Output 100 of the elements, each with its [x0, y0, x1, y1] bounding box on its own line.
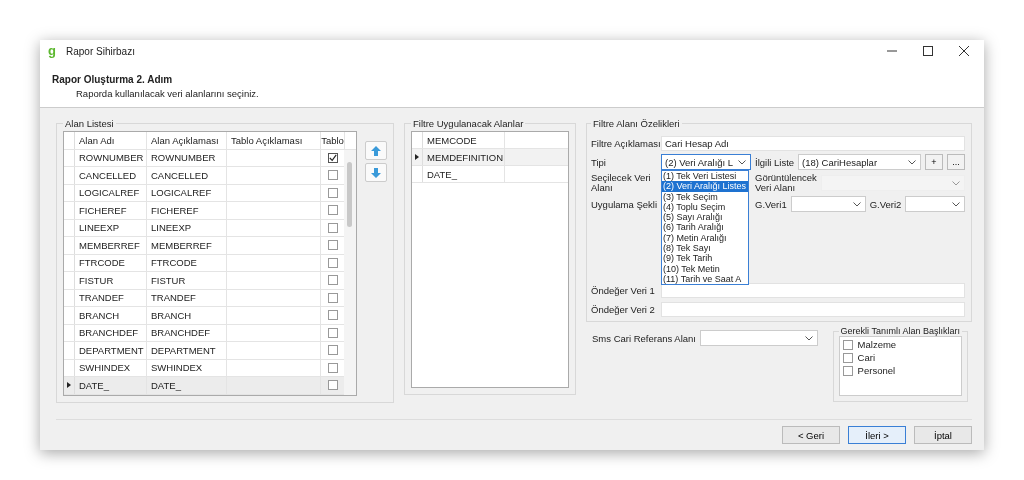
- table-row[interactable]: LOGICALREF LOGICALREF: [64, 184, 344, 202]
- chevron-down-icon: [952, 181, 960, 186]
- dropdown-option[interactable]: (7) Metin Aralığı: [662, 232, 749, 244]
- checkbox[interactable]: [327, 327, 338, 338]
- checkbox-label: Cari: [857, 352, 876, 363]
- table-row[interactable]: MEMBERREF MEMBERREF: [64, 237, 344, 255]
- table-row[interactable]: BRANCH BRANCH: [64, 307, 344, 325]
- small-button[interactable]: +: [925, 154, 943, 170]
- table-row[interactable]: ROWNUMBER ROWNUMBER: [64, 149, 344, 167]
- dropdown-option[interactable]: (4) Toplu Seçim: [662, 201, 749, 213]
- table-cell: DATE_: [423, 166, 505, 182]
- checkbox[interactable]: [327, 275, 338, 286]
- table-cell: ROWNUMBER: [75, 149, 147, 166]
- field-label: Uygulama Şekli: [591, 198, 657, 210]
- dropdown-option[interactable]: (2) Veri Aralığı Listes: [662, 181, 749, 192]
- checkbox[interactable]: [327, 362, 338, 373]
- current-row-icon: [67, 382, 71, 389]
- field-label: Görüntülencek Veri Alanı: [755, 173, 817, 193]
- table-row[interactable]: DATE_: [412, 166, 568, 183]
- input-field[interactable]: [661, 301, 965, 317]
- dropdown-option[interactable]: (11) Tarih ve Saat A: [662, 273, 749, 285]
- checkbox[interactable]: [327, 187, 338, 198]
- app-logo-icon: g: [48, 45, 58, 57]
- column-header[interactable]: Tablo Açıklaması: [227, 132, 321, 149]
- current-row-icon: [415, 154, 419, 160]
- field-label: Öndeğer Veri 2: [591, 303, 656, 315]
- checkbox[interactable]: [327, 152, 338, 163]
- move-up-button[interactable]: [365, 141, 387, 160]
- table-cell: ROWNUMBER: [147, 149, 227, 166]
- column-header[interactable]: Tablo: [321, 132, 345, 149]
- checkbox[interactable]: [842, 339, 853, 350]
- field-label: İlgili Liste: [755, 156, 795, 168]
- chevron-down-icon: [805, 336, 813, 341]
- dropdown-option[interactable]: (5) Sayı Aralığı: [662, 212, 749, 223]
- table-cell: LOGICALREF: [75, 184, 147, 201]
- checkbox[interactable]: [327, 240, 338, 251]
- arrow-up-icon: [370, 144, 382, 157]
- checkbox[interactable]: [327, 257, 338, 268]
- table-cell: TRANDEF: [75, 289, 147, 306]
- table-cell: FTRCODE: [147, 254, 227, 271]
- table-row[interactable]: BRANCHDEF BRANCHDEF: [64, 324, 344, 342]
- table-row[interactable]: MEMDEFINITION: [412, 149, 568, 166]
- table-cell: DEPARTMENT: [147, 342, 227, 359]
- related-list-dropdown[interactable]: (18) CariHesaplar: [798, 154, 921, 170]
- table-cell: BRANCHDEF: [75, 324, 147, 341]
- table-row[interactable]: FICHEREF FICHEREF: [64, 202, 344, 220]
- field-label: Sms Cari Referans Alanı: [592, 332, 696, 344]
- close-icon[interactable]: [958, 45, 970, 57]
- checkbox[interactable]: [327, 205, 338, 216]
- chevron-down-icon: [738, 160, 746, 165]
- table-row[interactable]: FTRCODE FTRCODE: [64, 254, 344, 272]
- dropdown[interactable]: [790, 196, 866, 212]
- table-row[interactable]: TRANDEF TRANDEF: [64, 289, 344, 307]
- wizard-button[interactable]: İleri >: [848, 426, 906, 444]
- table-row[interactable]: CANCELLED CANCELLED: [64, 167, 344, 185]
- checkbox[interactable]: [327, 380, 338, 391]
- table-cell: BRANCHDEF: [147, 324, 227, 341]
- input-field[interactable]: [661, 282, 965, 298]
- checkbox-label: Malzeme: [857, 339, 897, 350]
- checkbox[interactable]: [327, 292, 338, 303]
- table-row[interactable]: DATE_ DATE_: [64, 377, 344, 395]
- dropdown-option[interactable]: (6) Tarih Aralığı: [662, 222, 749, 233]
- checkbox[interactable]: [327, 170, 338, 181]
- input-field[interactable]: Cari Hesap Adı: [661, 135, 965, 151]
- move-down-button[interactable]: [365, 163, 387, 182]
- table-row[interactable]: FISTUR FISTUR: [64, 272, 344, 290]
- type-dropdown[interactable]: (2) Veri Aralığı L: [661, 154, 751, 170]
- checkbox[interactable]: [327, 345, 338, 356]
- dropdown-option[interactable]: (10) Tek Metin: [662, 263, 749, 274]
- step-title: Rapor Oluşturma 2. Adım: [52, 74, 174, 85]
- dropdown[interactable]: [700, 330, 818, 346]
- field-label: Öndeğer Veri 1: [591, 284, 656, 296]
- table-row[interactable]: DEPARTMENT DEPARTMENT: [64, 342, 344, 360]
- wizard-button[interactable]: < Geri: [782, 426, 840, 444]
- maximize-icon[interactable]: [922, 45, 934, 57]
- scrollbar[interactable]: [344, 149, 356, 395]
- table-cell: CANCELLED: [75, 167, 147, 184]
- dropdown-option[interactable]: (3) Tek Seçim: [662, 191, 749, 202]
- dropdown[interactable]: [905, 196, 965, 212]
- group-title: Filtre Alanı Özelikleri: [592, 118, 681, 129]
- table-cell: MEMDEFINITION: [423, 149, 505, 165]
- checkbox[interactable]: [327, 310, 338, 321]
- table-cell: LINEEXP: [75, 219, 147, 236]
- checkbox[interactable]: [327, 222, 338, 233]
- column-header[interactable]: Alan Adı: [75, 132, 147, 149]
- dropdown-option[interactable]: (1) Tek Veri Listesi: [662, 171, 749, 182]
- checkbox[interactable]: [842, 365, 853, 376]
- group-title: Gerekli Tanımlı Alan Başlıkları: [839, 326, 961, 336]
- table-row[interactable]: LINEEXP LINEEXP: [64, 219, 344, 237]
- column-header[interactable]: Alan Açıklaması: [147, 132, 227, 149]
- checkbox[interactable]: [842, 352, 853, 363]
- dropdown-option[interactable]: (9) Tek Tarih: [662, 253, 749, 264]
- small-button[interactable]: ...: [947, 154, 965, 170]
- table-cell: FISTUR: [147, 272, 227, 289]
- table-cell: DATE_: [147, 377, 227, 394]
- chevron-down-icon: [852, 202, 861, 207]
- field-label: Tipi: [591, 156, 607, 168]
- wizard-button[interactable]: İptal: [914, 426, 972, 444]
- dropdown-option[interactable]: (8) Tek Sayı: [662, 243, 749, 254]
- table-cell: FTRCODE: [75, 254, 147, 271]
